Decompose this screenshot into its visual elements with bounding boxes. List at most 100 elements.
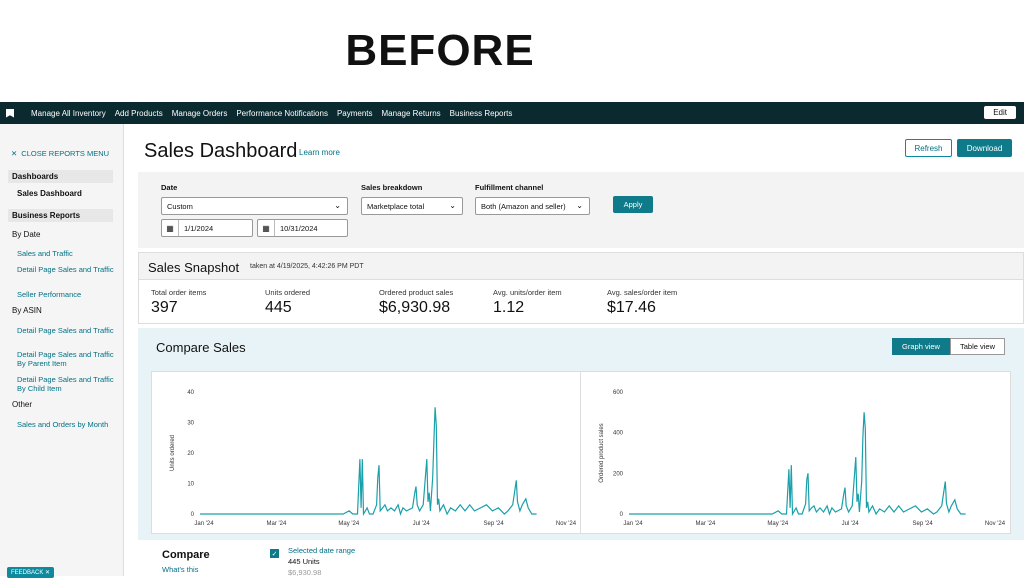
charts-container: 0 10 20 30 40 Jan '24 Mar '24 May '24 Jul '24 Sep… bbox=[151, 371, 1011, 534]
y-tick-label: 0 bbox=[191, 512, 195, 518]
fulfillment-channel-select[interactable]: Both (Amazon and seller) ⌄ bbox=[475, 197, 590, 215]
compare-footer: Compare What's this ✓ Selected date rang… bbox=[138, 540, 1024, 580]
bookmark-icon[interactable] bbox=[6, 108, 14, 118]
refresh-button[interactable]: Refresh bbox=[905, 139, 952, 157]
nav-add-products[interactable]: Add Products bbox=[115, 109, 163, 118]
end-date-value: 10/31/2024 bbox=[280, 223, 318, 233]
nav-manage-returns[interactable]: Manage Returns bbox=[382, 109, 441, 118]
chevron-down-icon: ⌄ bbox=[576, 201, 583, 210]
selected-range-checkbox[interactable]: ✓ bbox=[270, 549, 279, 558]
business-reports-heading: Business Reports bbox=[8, 209, 113, 222]
nav-manage-all-inventory[interactable]: Manage All Inventory bbox=[31, 109, 106, 118]
page-title: Sales Dashboard bbox=[144, 140, 298, 162]
y-tick-label: 400 bbox=[613, 431, 624, 437]
edit-button[interactable]: Edit bbox=[984, 106, 1016, 119]
sales-snapshot-header: Sales Snapshot taken at 4/19/2025, 4:42:… bbox=[139, 253, 1023, 280]
feedback-button[interactable]: FEEDBACK ✕ bbox=[7, 567, 55, 578]
series-line bbox=[200, 407, 537, 517]
ordered-product-sales-chart: 0 200 400 600 Jan '24 Mar '24 May '24 Jul '24 Se… bbox=[599, 390, 1006, 527]
close-reports-menu-link[interactable]: ✕ CLOSE REPORTS MENU bbox=[11, 149, 113, 158]
sales-breakdown-label: Sales breakdown bbox=[361, 183, 423, 192]
graph-view-button[interactable]: Graph view bbox=[892, 338, 950, 355]
metric-value: 445 bbox=[265, 299, 292, 316]
x-tick-label: Sep '24 bbox=[913, 521, 934, 527]
date-select[interactable]: Custom ⌄ bbox=[161, 197, 348, 215]
compare-sales-panel: Compare Sales Graph view Table view 0 10 2… bbox=[138, 328, 1024, 580]
y-tick-label: 40 bbox=[187, 390, 194, 396]
units-summary: 445 Units bbox=[288, 557, 320, 566]
metric-total-order-items: Total order items 397 bbox=[151, 288, 206, 317]
x-tick-label: Mar '24 bbox=[695, 521, 715, 527]
metric-avg-units-per-order: Avg. units/order item 1.12 bbox=[493, 288, 562, 317]
y-axis-label: Ordered product sales bbox=[599, 423, 605, 482]
metric-label: Ordered product sales bbox=[379, 288, 454, 297]
sidebar-link-detail-page-sales-and-traffic[interactable]: Detail Page Sales and Traffic bbox=[17, 265, 117, 274]
x-tick-label: Nov '24 bbox=[985, 521, 1006, 527]
before-headline: BEFORE bbox=[345, 26, 535, 75]
sidebar-link-seller-performance[interactable]: Seller Performance bbox=[17, 290, 117, 299]
nav-manage-orders[interactable]: Manage Orders bbox=[172, 109, 228, 118]
sidebar-link-sales-orders-by-month[interactable]: Sales and Orders by Month bbox=[17, 420, 117, 429]
metric-value: 1.12 bbox=[493, 299, 525, 316]
x-tick-label: May '24 bbox=[338, 521, 359, 527]
metric-units-ordered: Units ordered 445 bbox=[265, 288, 310, 317]
y-tick-label: 600 bbox=[613, 390, 624, 396]
view-toggle: Graph view Table view bbox=[892, 338, 1005, 355]
x-tick-label: Mar '24 bbox=[266, 521, 286, 527]
sales-snapshot-panel: Sales Snapshot taken at 4/19/2025, 4:42:… bbox=[138, 252, 1024, 324]
end-date-field[interactable]: ▦ 10/31/2024 bbox=[257, 219, 348, 237]
by-asin-label: By ASIN bbox=[12, 306, 42, 315]
top-navigation-bar: Manage All Inventory Add Products Manage… bbox=[0, 102, 1024, 124]
learn-more-link[interactable]: Learn more bbox=[299, 148, 340, 157]
metric-avg-sales-per-order: Avg. sales/order item $17.46 bbox=[607, 288, 677, 317]
main-content: Sales Dashboard Learn more Refresh Downl… bbox=[125, 124, 1024, 580]
sidebar-link-sales-and-traffic[interactable]: Sales and Traffic bbox=[17, 249, 117, 258]
x-tick-label: Jan '24 bbox=[623, 521, 643, 527]
calendar-icon[interactable]: ▦ bbox=[162, 220, 179, 236]
y-tick-label: 20 bbox=[187, 451, 194, 457]
date-select-value: Custom bbox=[167, 201, 193, 211]
metric-label: Avg. sales/order item bbox=[607, 288, 678, 297]
download-button[interactable]: Download bbox=[957, 139, 1012, 157]
compare-sales-title: Compare Sales bbox=[156, 340, 246, 355]
chevron-down-icon: ⌄ bbox=[449, 201, 456, 210]
nav-performance-notifications[interactable]: Performance Notifications bbox=[236, 109, 328, 118]
calendar-icon[interactable]: ▦ bbox=[258, 220, 275, 236]
start-date-value: 1/1/2024 bbox=[184, 223, 214, 233]
y-tick-label: 0 bbox=[620, 512, 624, 518]
sales-breakdown-select[interactable]: Marketplace total ⌄ bbox=[361, 197, 463, 215]
metric-value: $6,930.98 bbox=[379, 299, 451, 316]
whats-this-link[interactable]: What's this bbox=[162, 565, 198, 574]
sidebar-link-asin-by-child[interactable]: Detail Page Sales and Traffic By Child I… bbox=[17, 375, 117, 393]
selected-date-range-label: Selected date range bbox=[288, 546, 356, 555]
compare-footer-title: Compare bbox=[162, 549, 210, 561]
metric-label: Units ordered bbox=[265, 288, 311, 297]
x-tick-label: May '24 bbox=[767, 521, 788, 527]
chevron-down-icon: ⌄ bbox=[334, 201, 341, 210]
apply-button[interactable]: Apply bbox=[613, 196, 653, 213]
date-label: Date bbox=[161, 183, 178, 192]
units-ordered-chart: 0 10 20 30 40 Jan '24 Mar '24 May '24 Jul '24 Sep… bbox=[170, 390, 577, 527]
sidebar-link-asin-detail-page[interactable]: Detail Page Sales and Traffic bbox=[17, 326, 117, 335]
y-tick-label: 10 bbox=[187, 482, 194, 488]
other-label: Other bbox=[12, 400, 33, 409]
close-reports-menu-label: CLOSE REPORTS MENU bbox=[21, 149, 110, 158]
start-date-field[interactable]: ▦ 1/1/2024 bbox=[161, 219, 253, 237]
metric-value: 397 bbox=[151, 299, 178, 316]
y-axis-label: Units ordered bbox=[170, 435, 176, 471]
metric-label: Total order items bbox=[151, 288, 207, 297]
x-tick-label: Jul '24 bbox=[842, 521, 860, 527]
nav-business-reports[interactable]: Business Reports bbox=[450, 109, 513, 118]
nav-payments[interactable]: Payments bbox=[337, 109, 373, 118]
sidebar-link-asin-by-parent[interactable]: Detail Page Sales and Traffic By Parent … bbox=[17, 350, 117, 368]
x-tick-label: Nov '24 bbox=[556, 521, 577, 527]
table-view-button[interactable]: Table view bbox=[950, 338, 1005, 355]
fulfillment-channel-label: Fulfillment channel bbox=[475, 183, 544, 192]
y-tick-label: 200 bbox=[613, 471, 624, 477]
sidebar-item-sales-dashboard[interactable]: Sales Dashboard bbox=[17, 189, 82, 198]
sales-breakdown-value: Marketplace total bbox=[367, 201, 425, 211]
close-icon: ✕ bbox=[11, 149, 18, 158]
x-tick-label: Jan '24 bbox=[194, 521, 214, 527]
x-tick-label: Jul '24 bbox=[413, 521, 431, 527]
y-tick-label: 30 bbox=[187, 421, 194, 427]
